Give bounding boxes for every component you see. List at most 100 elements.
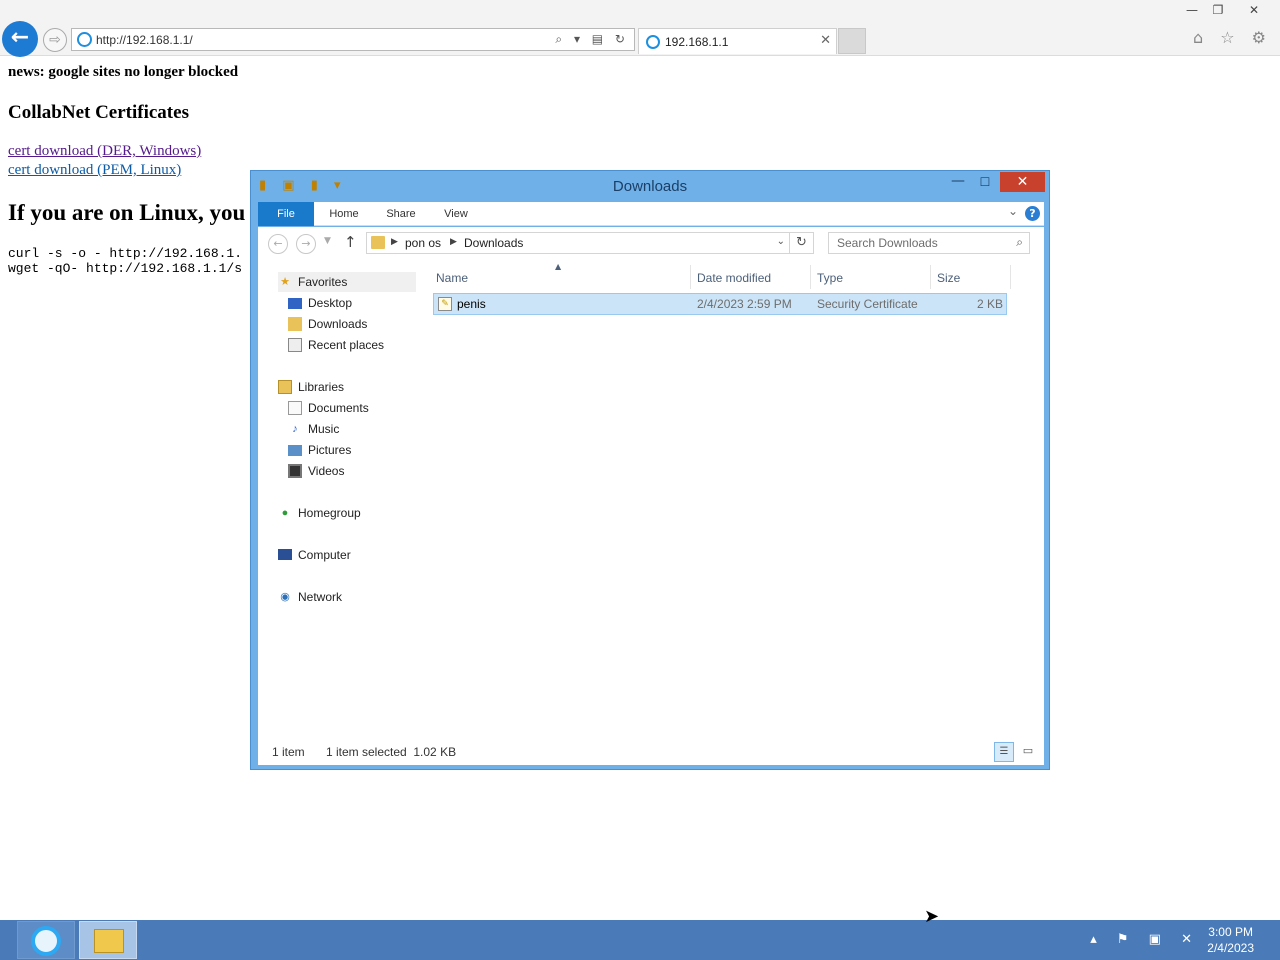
nav-item-computer[interactable]: Computer <box>278 545 408 565</box>
nav-item-favorites[interactable]: ★ Favorites <box>278 272 416 292</box>
nav-item-pictures[interactable]: Pictures <box>288 440 408 460</box>
explorer-maximize-button[interactable]: ☐ <box>972 173 998 193</box>
explorer-minimize-button[interactable]: — <box>945 173 971 193</box>
status-item-count: 1 item <box>272 745 305 759</box>
nav-item-documents[interactable]: Documents <box>288 398 408 418</box>
nav-item-label: Computer <box>298 548 351 562</box>
explorer-title: Downloads <box>612 178 688 195</box>
column-header-name[interactable]: Name <box>436 271 468 285</box>
breadcrumb-downloads[interactable]: Downloads <box>464 236 523 250</box>
nav-item-homegroup[interactable]: ● Homegroup <box>278 503 408 523</box>
nav-item-videos[interactable]: Videos <box>288 461 408 481</box>
search-icon[interactable]: ⌕ <box>1016 235 1023 250</box>
cert-download-der-link[interactable]: cert download (DER, Windows) <box>8 143 201 160</box>
explorer-titlebar[interactable]: ▮ ▣ ▮ ▾ Downloads — ☐ ✕ <box>251 171 1049 201</box>
nav-item-libraries[interactable]: Libraries <box>278 377 408 397</box>
desktop-icon <box>288 298 302 309</box>
explorer-address-bar[interactable]: ▶ pon os ▶ Downloads ⌄ <box>366 232 790 254</box>
clock-date: 2/4/2023 <box>1207 941 1254 955</box>
address-bar[interactable]: http://192.168.1.1/ ⌕ ▾ ▤ ↻ <box>71 28 635 51</box>
curl-command: curl -s -o - http://192.168.1. <box>8 246 243 261</box>
address-dropdown-icon[interactable]: ⌄ <box>777 236 785 247</box>
breadcrumb-chevron-icon[interactable]: ▶ <box>391 237 398 247</box>
tab-close-icon[interactable]: ✕ <box>820 33 831 48</box>
nav-item-label: Music <box>308 422 340 436</box>
tab-ie-icon <box>646 35 660 49</box>
taskbar-explorer-button[interactable] <box>79 921 137 959</box>
breadcrumb-pon-os[interactable]: pon os <box>405 236 441 250</box>
nav-item-label: Videos <box>308 464 345 478</box>
nav-item-network[interactable]: ◉ Network <box>278 587 408 607</box>
nav-item-desktop[interactable]: Desktop <box>288 293 408 313</box>
up-arrow-icon[interactable]: ↑ <box>344 233 357 251</box>
breadcrumb-chevron-icon[interactable]: ▶ <box>450 237 457 247</box>
browser-toolbar-icons[interactable]: ⌂ ☆ ⚙ <box>1193 28 1272 47</box>
column-header-size[interactable]: Size <box>937 271 960 285</box>
file-size: 2 KB <box>976 297 1003 311</box>
details-view-icon[interactable]: ☰ <box>994 742 1014 762</box>
explorer-forward-button[interactable]: → <box>296 234 316 254</box>
certificate-icon: ✎ <box>438 297 452 311</box>
explorer-back-button[interactable]: ← <box>268 234 288 254</box>
tab-home[interactable]: Home <box>316 202 372 226</box>
column-divider[interactable] <box>810 265 811 289</box>
tab-view[interactable]: View <box>430 202 482 226</box>
linux-heading: If you are on Linux, you <box>8 200 246 225</box>
taskbar-ie-button[interactable] <box>17 921 75 959</box>
search-input[interactable] <box>830 234 1000 252</box>
system-tray-icons[interactable]: ▴ ⚑ ▣ ✕ <box>1090 932 1200 947</box>
taskbar: ▴ ⚑ ▣ ✕ 3:00 PM 2/4/2023 <box>0 920 1280 960</box>
nav-item-label: Libraries <box>298 380 345 394</box>
browser-restore-button[interactable]: ❐ <box>1200 0 1236 20</box>
column-divider[interactable] <box>1010 265 1011 289</box>
column-divider[interactable] <box>930 265 931 289</box>
nav-item-downloads[interactable]: Downloads <box>288 314 408 334</box>
column-divider[interactable] <box>690 265 691 289</box>
pictures-icon <box>288 445 302 456</box>
computer-icon <box>278 549 292 560</box>
nav-item-music[interactable]: ♪ Music <box>288 419 408 439</box>
videos-icon <box>288 464 302 478</box>
forward-button[interactable]: ⇨ <box>43 28 67 52</box>
clock[interactable]: 3:00 PM 2/4/2023 <box>1207 924 1254 956</box>
libraries-icon <box>278 380 292 394</box>
new-tab-button[interactable] <box>838 28 866 54</box>
tab-file[interactable]: File <box>258 202 314 226</box>
ie-page-icon <box>77 32 92 47</box>
cert-heading: CollabNet Certificates <box>8 102 189 123</box>
wget-command: wget -qO- http://192.168.1.1/s <box>8 261 243 276</box>
file-list: ▲ Name Date modified Type Size ✎ penis 2… <box>418 261 1044 739</box>
star-icon: ★ <box>280 276 290 288</box>
nav-item-label: Pictures <box>308 443 352 457</box>
back-button[interactable]: ← <box>2 21 38 57</box>
status-bar: 1 item 1 item selected 1.02 KB ☰ ▭ <box>258 739 1044 765</box>
column-header-type[interactable]: Type <box>817 271 843 285</box>
back-arrow-icon: ← <box>10 25 30 50</box>
recent-locations-chevron-icon[interactable]: ▼ <box>324 236 331 246</box>
nav-item-recent-places[interactable]: Recent places <box>288 335 408 355</box>
nav-item-label: Favorites <box>298 275 348 289</box>
large-icons-view-icon[interactable]: ▭ <box>1018 742 1038 762</box>
status-selection: 1 item selected 1.02 KB <box>326 745 457 759</box>
file-row[interactable]: ✎ penis 2/4/2023 2:59 PM Security Certif… <box>433 293 1007 315</box>
address-url[interactable]: http://192.168.1.1/ <box>96 33 193 47</box>
nav-item-label: Homegroup <box>298 506 361 520</box>
explorer-close-button[interactable]: ✕ <box>1000 172 1045 192</box>
music-icon: ♪ <box>292 423 298 435</box>
search-box[interactable]: ⌕ <box>828 232 1030 254</box>
browser-close-button[interactable]: ✕ <box>1236 0 1272 20</box>
nav-item-label: Documents <box>308 401 369 415</box>
tab-share[interactable]: Share <box>374 202 428 226</box>
mouse-cursor-icon: ➤ <box>924 906 940 927</box>
homegroup-icon: ● <box>281 507 289 519</box>
cert-download-pem-link[interactable]: cert download (PEM, Linux) <box>8 162 181 179</box>
browser-chrome: — ❐ ✕ ← ⇨ http://192.168.1.1/ ⌕ ▾ ▤ ↻ 19… <box>0 0 1280 57</box>
ribbon-expand-icon[interactable]: ⌄ <box>1008 204 1018 218</box>
help-icon[interactable]: ? <box>1025 206 1040 221</box>
nav-item-label: Desktop <box>308 296 353 310</box>
column-header-date-modified[interactable]: Date modified <box>697 271 771 285</box>
address-bar-icons[interactable]: ⌕ ▾ ▤ ↻ <box>555 32 629 47</box>
browser-tab[interactable]: 192.168.1.1 ✕ <box>638 28 837 54</box>
refresh-button[interactable]: ↻ <box>790 232 814 254</box>
tab-title: 192.168.1.1 <box>665 35 729 49</box>
